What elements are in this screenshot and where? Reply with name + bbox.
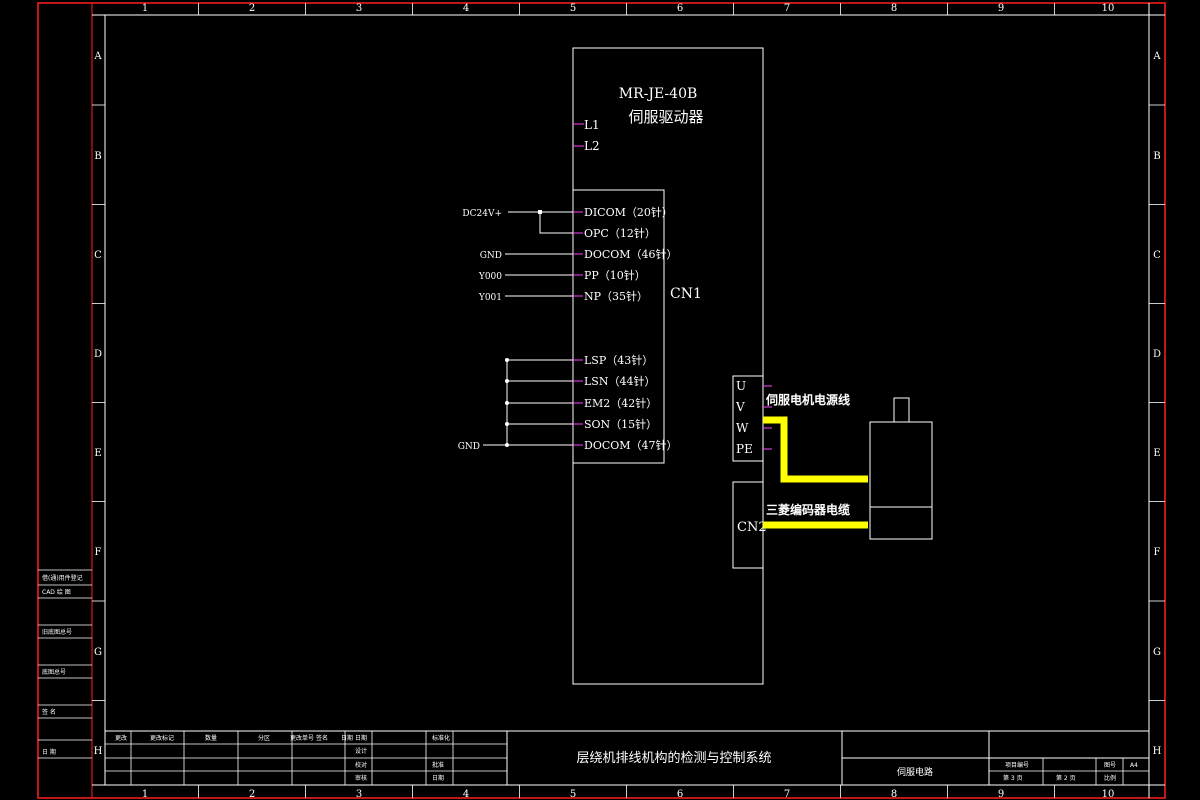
tb-sheet: 第 3 页: [1003, 774, 1023, 782]
row-label-F-left: F: [95, 547, 102, 558]
cn1-label: CN1: [670, 286, 702, 302]
cn1-wiring: [505, 210, 573, 447]
tb-approve: 批准: [432, 761, 444, 769]
column-label-4-top: 4: [463, 3, 469, 14]
tb-header-5: 签名: [316, 734, 328, 742]
tb-row-design: 设计: [355, 747, 367, 755]
left-label-cad: CAD 绘 图: [42, 588, 71, 596]
tb-scale: 比例: [1104, 774, 1116, 782]
pin-w: W: [736, 421, 749, 435]
column-label-8-bottom: 8: [891, 789, 897, 800]
cn1-pin-8: SON（15针）: [584, 417, 657, 431]
row-label-D-right: D: [1153, 349, 1161, 360]
cn1-pin-0: DICOM（20针）: [584, 205, 673, 219]
cn1-pin-2: DOCOM（46针）: [584, 247, 678, 261]
column-label-4-bottom: 4: [463, 789, 469, 800]
row-label-H-left: H: [94, 746, 103, 757]
cn1-signal-2: GND: [480, 251, 502, 261]
cn1-pin-6: LSN（44针）: [584, 374, 655, 388]
cn1-signal-9: GND: [458, 442, 480, 452]
row-label-E-right: E: [1153, 448, 1160, 459]
tb-header-2: 数量: [205, 734, 217, 742]
cn1-signal-3: Y000: [478, 272, 502, 282]
left-label-old-base: 旧底图总号: [42, 628, 72, 636]
column-label-3-bottom: 3: [356, 789, 362, 800]
row-label-D-left: D: [94, 349, 102, 360]
cn1-pin-7: EM2（42针）: [584, 396, 657, 410]
tb-row-audit: 审核: [355, 774, 367, 782]
tb-size: A4: [1130, 762, 1138, 769]
power-output-terminal: U V W PE 伺服电机电源线: [732, 375, 850, 462]
row-label-C-left: C: [94, 250, 102, 261]
drawing-title: 层绕机排线机构的检测与控制系统: [576, 750, 771, 766]
row-label-A-left: A: [93, 51, 102, 62]
pin-v: V: [735, 400, 745, 414]
tb-standard: 标准化: [432, 734, 450, 742]
tb-row-check: 校对: [355, 761, 367, 769]
pin-l2: L2: [584, 139, 600, 153]
left-label-base: 底图总号: [42, 668, 66, 676]
tb-header-6: 日期: [341, 734, 353, 742]
column-label-8-top: 8: [891, 3, 897, 14]
cn1-pin-5: LSP（43针）: [584, 353, 653, 367]
tb-header-4: 更改单号: [290, 734, 314, 742]
column-label-9-bottom: 9: [998, 789, 1004, 800]
cn1-pin-4: NP（35针）: [584, 289, 648, 303]
cn1-pin-list: DICOM（20针） DC24V+ OPC（12针） DOCOM（46针） GND PP（…: [458, 205, 678, 452]
column-label-2-bottom: 2: [249, 789, 255, 800]
schematic-drawing: 1122334455667788991010 A AB BC CD DE EF FG GH H …: [37, 2, 1166, 800]
pin-pe: PE: [736, 442, 753, 456]
row-label-H-right: H: [1153, 746, 1162, 757]
row-label-G-left: G: [94, 647, 102, 658]
column-label-1-bottom: 1: [142, 789, 148, 800]
servo-motor: [869, 397, 933, 540]
row-label-E-left: E: [94, 448, 101, 459]
pin-l1: L1: [584, 118, 600, 132]
column-label-6-bottom: 6: [677, 789, 683, 800]
column-label-9-top: 9: [998, 3, 1004, 14]
driver-model: MR-JE-40B: [619, 86, 698, 102]
cn1-signal-4: Y001: [478, 293, 502, 303]
column-label-7-bottom: 7: [784, 789, 790, 800]
row-label-C-right: C: [1153, 250, 1161, 261]
left-info-panel: 借(通)用件登记 CAD 绘 图 旧底图总号 底图总号 签 名 日 期: [38, 569, 92, 759]
tb-date: 日期: [432, 774, 444, 782]
row-label-G-right: G: [1153, 647, 1161, 658]
driver-name: 伺服驱动器: [628, 108, 703, 126]
tb-header-7: 日期: [355, 734, 367, 742]
cn2-label: CN2: [737, 520, 767, 535]
encoder-cable-label: 三菱编码器电缆: [766, 502, 850, 517]
column-label-5-top: 5: [570, 3, 576, 14]
row-label-B-right: B: [1153, 151, 1160, 162]
cn1-pin-9: DOCOM（47针）: [584, 438, 678, 452]
column-label-10-top: 10: [1102, 3, 1115, 14]
left-label-sign: 签 名: [42, 708, 56, 716]
left-label-date: 日 期: [42, 748, 56, 756]
row-label-B-left: B: [94, 151, 101, 162]
column-label-7-top: 7: [784, 3, 790, 14]
column-label-10-bottom: 10: [1102, 789, 1115, 800]
cn1-signal-0: DC24V+: [462, 209, 502, 219]
cn1-pin-3: PP（10针）: [584, 268, 646, 282]
tb-header-3: 分区: [258, 734, 270, 742]
title-block: 更改 更改标记 数量 分区 更改单号 签名 日期 日期 设计 校对 审核 工艺 …: [104, 730, 1150, 786]
left-label-reuse: 借(通)用件登记: [42, 574, 83, 582]
tb-sheets: 第 2 页: [1056, 774, 1076, 782]
cn1-pin-1: OPC（12针）: [584, 226, 656, 240]
column-label-3-top: 3: [356, 3, 362, 14]
row-label-A-right: A: [1152, 51, 1161, 62]
pin-u: U: [736, 379, 746, 393]
drawing-name: 伺服电路: [897, 766, 933, 778]
tb-project-no: 项目编号: [1005, 761, 1029, 769]
power-cable-label: 伺服电机电源线: [765, 392, 850, 407]
tb-header-0: 更改: [115, 734, 127, 742]
tb-drawing-no: 图号: [1104, 762, 1116, 769]
tb-header-1: 更改标记: [150, 734, 174, 742]
column-label-1-top: 1: [142, 3, 148, 14]
row-label-F-right: F: [1154, 547, 1161, 558]
column-label-2-top: 2: [249, 3, 255, 14]
motor-power-cable: [763, 416, 868, 483]
column-label-6-top: 6: [677, 3, 683, 14]
column-label-5-bottom: 5: [570, 789, 576, 800]
